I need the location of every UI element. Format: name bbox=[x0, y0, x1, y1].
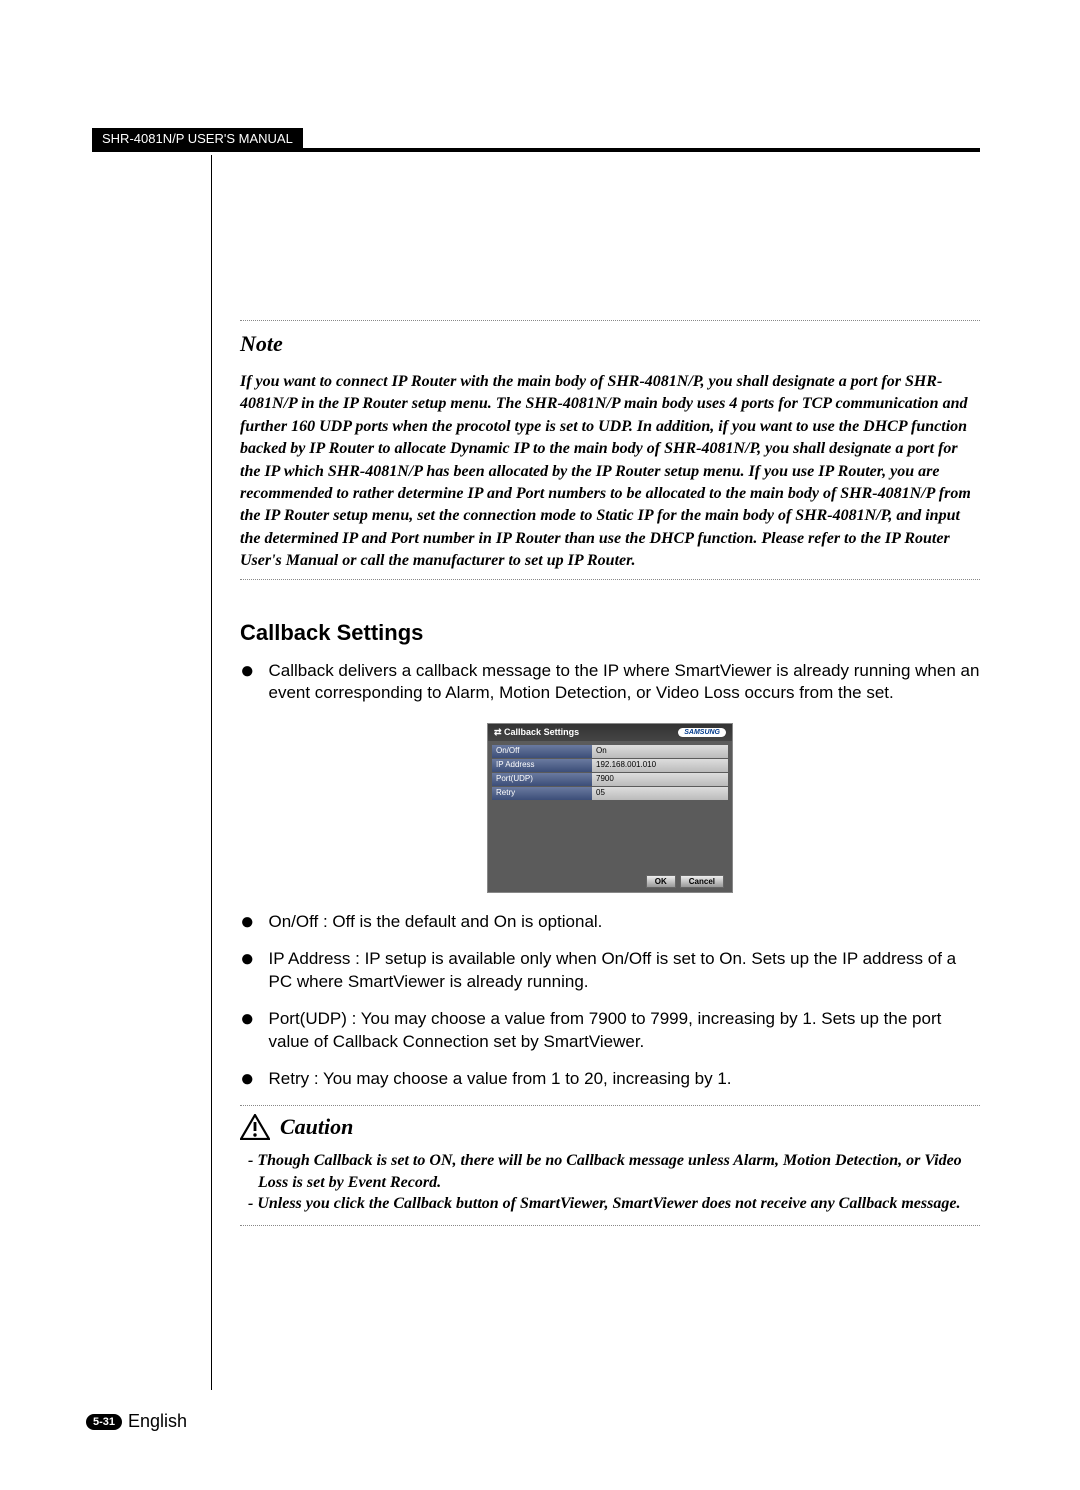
bullet-dot-icon: ● bbox=[240, 1008, 255, 1054]
label-port: Port(UDP) bbox=[492, 773, 592, 786]
bullet-port-text: Port(UDP) : You may choose a value from … bbox=[269, 1008, 981, 1054]
caution-header: Caution bbox=[240, 1114, 980, 1140]
vertical-rule bbox=[211, 155, 212, 1390]
dialog-screenshot: ⇄ Callback Settings SAMSUNG On/Off On IP… bbox=[240, 723, 980, 893]
callback-intro: ● Callback delivers a callback message t… bbox=[240, 660, 980, 706]
caution-title: Caution bbox=[280, 1114, 353, 1140]
network-icon: ⇄ bbox=[494, 727, 504, 737]
caution-list: - Though Callback is set to ON, there wi… bbox=[240, 1150, 980, 1215]
note-heading: Note bbox=[240, 331, 980, 357]
dialog-buttons: OK Cancel bbox=[492, 871, 728, 892]
row-retry: Retry 05 bbox=[492, 787, 728, 800]
callback-heading: Callback Settings bbox=[240, 620, 980, 646]
label-ip: IP Address bbox=[492, 759, 592, 772]
page-footer: 5-31 English bbox=[86, 1411, 187, 1432]
caution-item-1: - Though Callback is set to ON, there wi… bbox=[240, 1150, 980, 1193]
bullet-ip-text: IP Address : IP setup is available only … bbox=[269, 948, 981, 994]
value-onoff[interactable]: On bbox=[592, 745, 728, 758]
header-manual-title: SHR-4081N/P USER'S MANUAL bbox=[92, 128, 303, 149]
header-rule bbox=[92, 148, 980, 151]
row-onoff: On/Off On bbox=[492, 745, 728, 758]
callback-dialog: ⇄ Callback Settings SAMSUNG On/Off On IP… bbox=[487, 723, 733, 893]
label-onoff: On/Off bbox=[492, 745, 592, 758]
bullet-onoff: ● On/Off : Off is the default and On is … bbox=[240, 911, 980, 934]
callback-intro-text: Callback delivers a callback message to … bbox=[269, 660, 981, 706]
note-body: If you want to connect IP Router with th… bbox=[240, 371, 980, 573]
bullet-dot-icon: ● bbox=[240, 911, 255, 934]
page-number-badge: 5-31 bbox=[86, 1414, 122, 1430]
caution-item-2: - Unless you click the Callback button o… bbox=[240, 1193, 980, 1215]
row-ip: IP Address 192.168.001.010 bbox=[492, 759, 728, 772]
bullet-dot-icon: ● bbox=[240, 1068, 255, 1091]
content-area: Note If you want to connect IP Router wi… bbox=[240, 320, 980, 1226]
bullet-retry: ● Retry : You may choose a value from 1 … bbox=[240, 1068, 980, 1091]
page-language: English bbox=[128, 1411, 187, 1432]
dialog-spacer bbox=[492, 801, 728, 871]
value-port[interactable]: 7900 bbox=[592, 773, 728, 786]
caution-triangle-icon bbox=[240, 1114, 270, 1140]
bullet-onoff-text: On/Off : Off is the default and On is op… bbox=[269, 911, 603, 934]
cancel-button[interactable]: Cancel bbox=[680, 875, 724, 888]
label-retry: Retry bbox=[492, 787, 592, 800]
dialog-titlebar: ⇄ Callback Settings SAMSUNG bbox=[488, 724, 732, 741]
bullet-ip: ● IP Address : IP setup is available onl… bbox=[240, 948, 980, 994]
bullet-port: ● Port(UDP) : You may choose a value fro… bbox=[240, 1008, 980, 1054]
samsung-brand: SAMSUNG bbox=[678, 728, 726, 737]
caution-top-rule bbox=[240, 1105, 980, 1106]
note-top-rule bbox=[240, 320, 980, 321]
dialog-body: On/Off On IP Address 192.168.001.010 Por… bbox=[488, 741, 732, 892]
bullet-dot-icon: ● bbox=[240, 948, 255, 994]
note-bottom-rule bbox=[240, 579, 980, 580]
dialog-title-text: Callback Settings bbox=[504, 727, 579, 737]
ok-button[interactable]: OK bbox=[646, 875, 676, 888]
value-ip[interactable]: 192.168.001.010 bbox=[592, 759, 728, 772]
caution-bottom-rule bbox=[240, 1225, 980, 1226]
row-port: Port(UDP) 7900 bbox=[492, 773, 728, 786]
value-retry[interactable]: 05 bbox=[592, 787, 728, 800]
bullet-retry-text: Retry : You may choose a value from 1 to… bbox=[269, 1068, 732, 1091]
bullet-dot-icon: ● bbox=[240, 660, 255, 706]
